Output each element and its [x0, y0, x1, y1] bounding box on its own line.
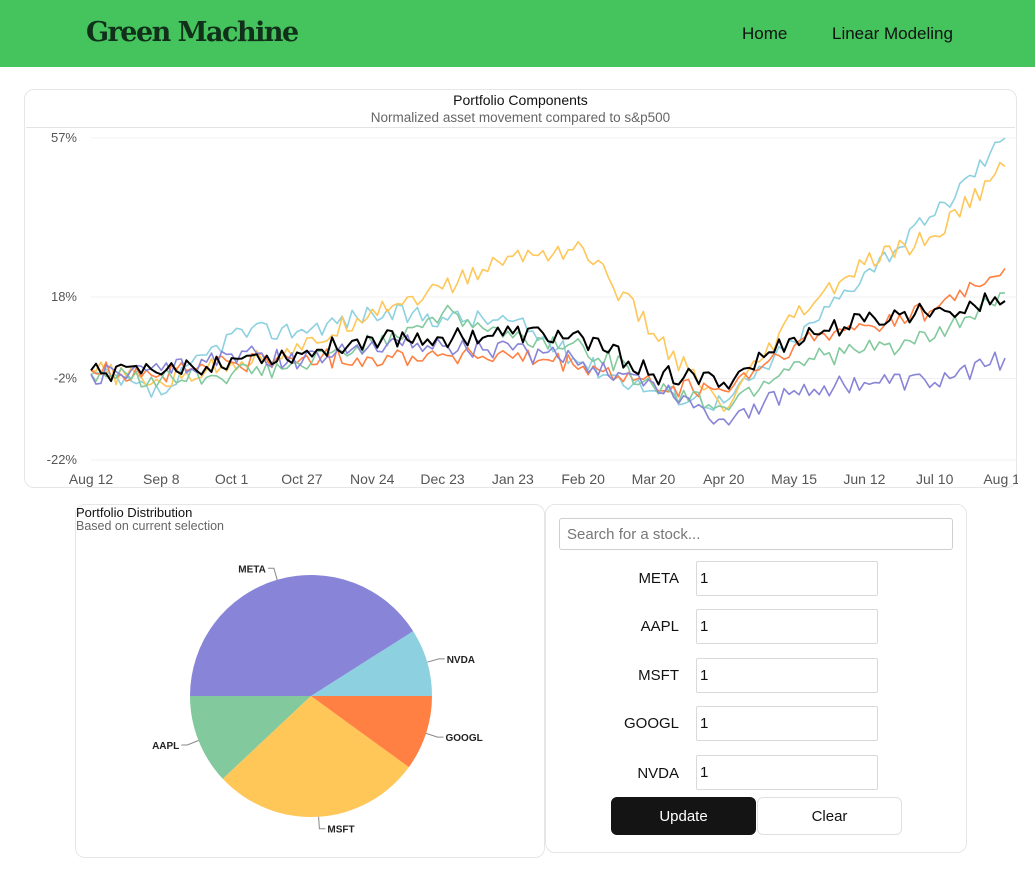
pie-label-nvda: NVDA: [447, 655, 475, 666]
x-tick-label: Mar 20: [632, 471, 676, 487]
x-tick-label: Aug 11: [983, 471, 1018, 487]
y-tick-label: -22%: [47, 452, 78, 467]
line-chart: 57% 18% -2% -22% Aug 12 Sep 8 Oct 1 Oct 27 Nov 2…: [47, 130, 1018, 487]
quantity-input-msft[interactable]: [696, 658, 878, 693]
nav-link-linear-modeling[interactable]: Linear Modeling: [832, 24, 953, 44]
pie-label-line: [267, 567, 278, 580]
series-line-sp500: [90, 292, 1006, 390]
pie-chart: NVDA META AAPL MSFT GOOGL: [152, 564, 483, 836]
y-tick-label: -2%: [54, 370, 78, 385]
row-label-googl: GOOGL: [623, 715, 679, 732]
row-label-nvda: NVDA: [637, 765, 679, 782]
series-line-googl: [90, 267, 1006, 398]
quantity-input-googl[interactable]: [696, 706, 878, 741]
x-tick-label: Jul 10: [916, 471, 954, 487]
row-label-meta: META: [638, 570, 679, 587]
x-tick-label: Sep 8: [143, 471, 180, 487]
pie-label-googl: GOOGL: [446, 733, 483, 744]
x-tick-label: Feb 20: [561, 471, 605, 487]
pie-label-line: [181, 740, 199, 746]
navbar: Green Machine Home Linear Modeling: [0, 0, 1035, 67]
pie-label-line: [427, 658, 445, 663]
pie-label-meta: META: [238, 564, 266, 575]
series-line-msft: [90, 161, 1006, 412]
row-label-aapl: AAPL: [640, 618, 679, 635]
x-tick-label: May 15: [771, 471, 817, 487]
x-tick-label: Jun 12: [843, 471, 885, 487]
line-chart-title: Portfolio Components: [453, 92, 588, 108]
pie-label-line: [425, 732, 444, 738]
x-tick-label: Nov 24: [350, 471, 395, 487]
quantity-input-aapl[interactable]: [696, 609, 878, 644]
pie-label-aapl: AAPL: [152, 741, 179, 752]
portfolio-distribution-card: NVDA META AAPL MSFT GOOGL Portfolio Distribu…: [75, 504, 545, 858]
nav-link-home[interactable]: Home: [742, 24, 787, 44]
x-tick-label: Apr 20: [703, 471, 744, 487]
pie-label-line: [318, 816, 326, 830]
pie-label-msft: MSFT: [327, 825, 354, 836]
clear-button[interactable]: Clear: [757, 797, 902, 835]
update-button[interactable]: Update: [611, 797, 756, 835]
quantity-input-meta[interactable]: [696, 561, 878, 596]
stock-search-input[interactable]: [559, 518, 953, 550]
x-tick-label: Aug 12: [69, 471, 114, 487]
brand-logo[interactable]: Green Machine: [86, 17, 299, 48]
pie-chart-title: Portfolio Distribution: [76, 505, 193, 520]
pie-chart-subtitle: Based on current selection: [76, 519, 225, 533]
y-tick-label: 57%: [51, 130, 77, 145]
row-label-msft: MSFT: [638, 667, 679, 684]
x-tick-label: Oct 1: [215, 471, 249, 487]
y-tick-label: 18%: [51, 289, 77, 304]
portfolio-form-card: META AAPL MSFT GOOGL NVDA Update Clear: [545, 504, 967, 853]
x-tick-label: Jan 23: [492, 471, 534, 487]
x-tick-label: Dec 23: [420, 471, 465, 487]
x-tick-label: Oct 27: [281, 471, 322, 487]
quantity-input-nvda[interactable]: [696, 755, 878, 790]
portfolio-components-card: 57% 18% -2% -22% Aug 12 Sep 8 Oct 1 Oct 27 Nov 2…: [24, 89, 1018, 488]
title-divider: [26, 127, 1015, 128]
line-chart-subtitle: Normalized asset movement compared to s&…: [370, 110, 671, 125]
